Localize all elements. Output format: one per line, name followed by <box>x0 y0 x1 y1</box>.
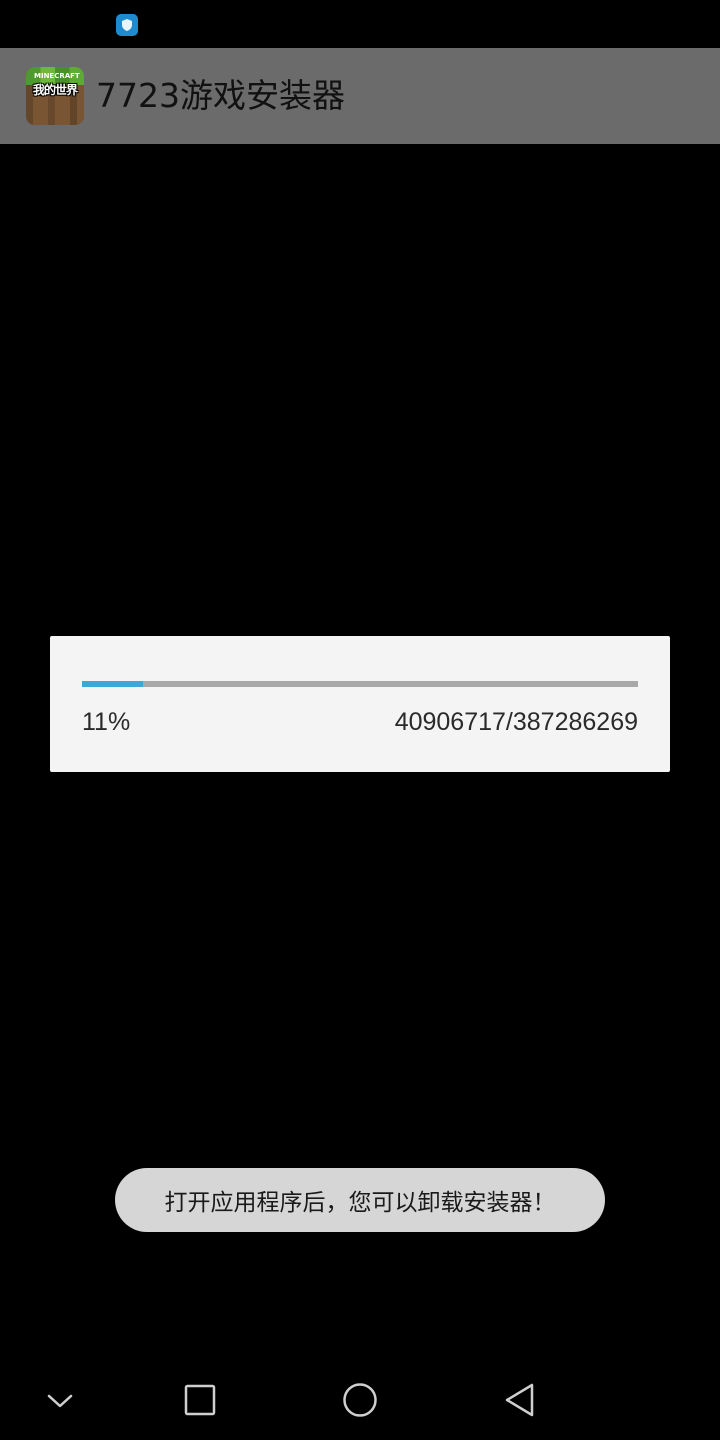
app-bar: MINECRAFT 我的世界 7723游戏安装器 <box>0 48 720 144</box>
shield-icon <box>116 14 138 36</box>
status-bar <box>0 0 720 48</box>
screen: MINECRAFT 我的世界 7723游戏安装器 11% 40906717/38… <box>0 0 720 1440</box>
toast: 打开应用程序后，您可以卸载安装器！ <box>115 1168 605 1232</box>
app-icon-small-text: MINECRAFT <box>34 72 80 80</box>
chevron-down-icon[interactable] <box>38 1378 82 1422</box>
app-title: 7723游戏安装器 <box>96 76 345 115</box>
toast-message: 打开应用程序后，您可以卸载安装器！ <box>164 1190 556 1216</box>
app-icon: MINECRAFT 我的世界 <box>26 67 84 125</box>
navigation-bar <box>0 1360 720 1440</box>
app-icon-text: 我的世界 <box>32 83 78 97</box>
circle-icon[interactable] <box>338 1378 382 1422</box>
square-icon[interactable] <box>178 1378 222 1422</box>
progress-dialog: 11% 40906717/387286269 <box>50 636 670 772</box>
progress-percent: 11% <box>82 708 131 736</box>
triangle-back-icon[interactable] <box>498 1378 542 1422</box>
progress-byte-count: 40906717/387286269 <box>394 708 638 736</box>
progress-bar <box>82 681 638 687</box>
progress-bar-fill <box>82 681 144 687</box>
